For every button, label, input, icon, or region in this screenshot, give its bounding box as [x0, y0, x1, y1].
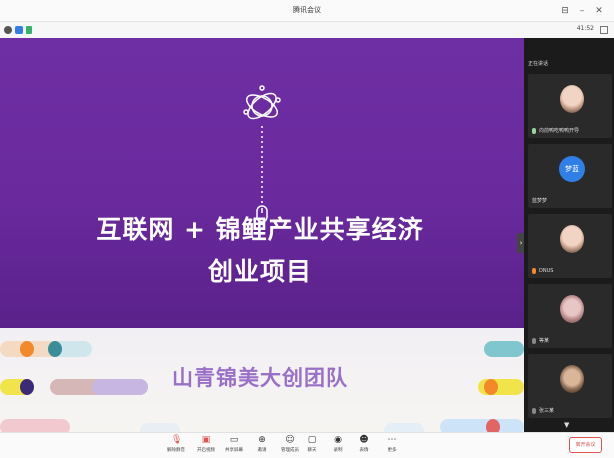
participant-name: 蓝梦梦 [532, 198, 548, 204]
slide-headline-line1: 互联网 + 锦鲤产业共享经济 [96, 215, 424, 244]
participant-video [560, 295, 584, 323]
start-video-button[interactable]: ▣ 开启视频 [192, 435, 220, 457]
decor-dot [486, 419, 500, 432]
emoji-icon: ☻ [359, 435, 369, 445]
mic-icon [532, 408, 536, 414]
share-screen-button[interactable]: ▭ 共享屏幕 [220, 435, 248, 457]
emoji-button[interactable]: ☻ 表情 [350, 435, 378, 457]
shield-icon[interactable] [15, 26, 23, 34]
participant-name: 张三某 [539, 408, 555, 414]
mic-icon [532, 338, 536, 344]
mic-icon: 🎙 [171, 435, 183, 445]
participant-tile[interactable]: 向前鸭吃鸭鸭开导 [528, 74, 612, 138]
meeting-timer: 41:52 [576, 25, 594, 32]
participant-name: 等某 [539, 338, 550, 344]
participant-name: DNUS [539, 268, 554, 274]
mic-icon [532, 268, 536, 274]
decor-dot [20, 341, 34, 357]
layout-grid-icon[interactable] [600, 26, 608, 34]
window-title: 腾讯会议 [293, 6, 321, 14]
members-icon: ☺ [285, 435, 295, 445]
signal-icon [26, 26, 32, 34]
decor-pill [440, 419, 524, 432]
leave-meeting-button[interactable]: 离开会议 [569, 437, 602, 453]
more-button[interactable]: ⋯ 更多 [378, 435, 406, 457]
participant-tile[interactable]: 梦蓝 蓝梦梦 [528, 144, 612, 208]
scroll-down-icon[interactable]: ▼ [564, 421, 569, 429]
participant-tile[interactable]: 等某 [528, 284, 612, 348]
slide-team-name: 山青锦美大创团队 [172, 366, 348, 390]
meeting-info-icon[interactable] [4, 26, 12, 34]
participant-tile[interactable]: 张三某 [528, 354, 612, 418]
decor-pill [0, 419, 70, 432]
close-icon[interactable]: ✕ [592, 4, 606, 18]
screen-share-icon: ▭ [229, 435, 239, 445]
invite-icon: ⊕ [258, 435, 266, 445]
decor-pill [384, 423, 424, 432]
decor-pill [92, 379, 148, 395]
meeting-toolbar: 🎙 解除静音 ▣ 开启视频 ▭ 共享屏幕 ⊕ 邀请 ☺ 管理成员 ▢ 聊天 ◉ … [0, 432, 614, 458]
participant-avatar: 梦蓝 [559, 156, 585, 182]
invite-button[interactable]: ⊕ 邀请 [248, 435, 276, 457]
chat-button[interactable]: ▢ 聊天 [298, 435, 326, 457]
participant-video [560, 85, 584, 113]
decor-dot [20, 379, 34, 395]
mic-icon [532, 128, 536, 134]
minimize-icon[interactable]: – [575, 4, 589, 18]
participant-tile[interactable]: DNUS [528, 214, 612, 278]
participants-panel: 正在讲话 向前鸭吃鸭鸭开导 梦蓝 蓝梦梦 DNUS 等某 张三某 ▼ [524, 38, 614, 432]
unmute-button[interactable]: 🎙 解除静音 [162, 435, 190, 457]
camera-icon: ▣ [201, 435, 211, 445]
participant-name: 向前鸭吃鸭鸭开导 [539, 128, 580, 134]
pin-icon[interactable]: ⊟ [558, 4, 572, 18]
slide-headline-line2: 创业项目 [207, 257, 312, 286]
chat-icon: ▢ [307, 435, 317, 445]
record-icon: ◉ [334, 435, 342, 445]
participant-video [560, 365, 584, 393]
participant-video [560, 225, 584, 253]
decor-pill [140, 423, 180, 432]
title-bar: 腾讯会议 ⊟ – ✕ [0, 0, 614, 22]
decor-dot [484, 379, 498, 395]
decor-dot [48, 341, 62, 357]
meeting-window: 腾讯会议 ⊟ – ✕ 41:52 互联网 + 锦鲤产业共享经济 创业项目 山青锦… [0, 0, 614, 458]
more-icon: ⋯ [387, 435, 397, 445]
record-button[interactable]: ◉ 录制 [324, 435, 352, 457]
shared-screen: 互联网 + 锦鲤产业共享经济 创业项目 山青锦美大创团队 [0, 38, 524, 432]
meeting-info-bar: 41:52 [0, 23, 614, 37]
decor-pill [484, 341, 524, 357]
speaking-header: 正在讲话 [528, 61, 549, 67]
